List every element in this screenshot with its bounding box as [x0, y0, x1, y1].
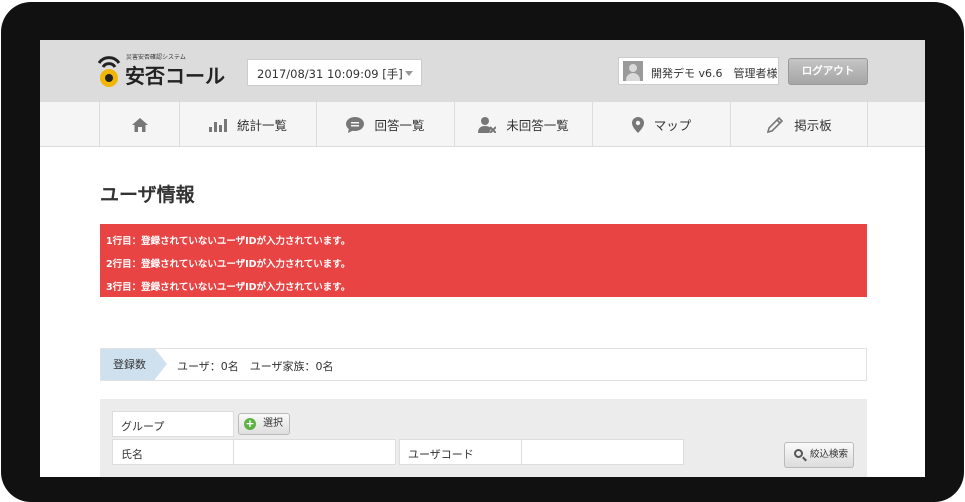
user-x-icon — [478, 116, 497, 133]
nav-label-map: マップ — [653, 118, 692, 133]
home-icon — [131, 117, 148, 132]
page-title: ユーザ情報 — [100, 184, 195, 206]
group-label: グループ — [112, 411, 234, 437]
name-label: 氏名 — [112, 439, 234, 465]
nav-item-answers[interactable]: 回答一覧 — [316, 102, 454, 147]
alert-message: 1行目：登録されていないユーザIDが入力されています。 — [106, 236, 351, 247]
nav-item-home[interactable] — [99, 102, 179, 147]
group-select-button[interactable]: + 選択 — [238, 413, 290, 435]
nav-item-map[interactable]: マップ — [592, 102, 730, 147]
filter-search-button[interactable]: 絞込検索 — [784, 442, 854, 468]
group-select-label: 選択 — [263, 418, 283, 429]
usercode-label: ユーザコード — [399, 439, 522, 465]
map-pin-icon — [631, 116, 644, 133]
nav-item-statistics[interactable]: 統計一覧 — [179, 102, 316, 147]
user-info: 開発デモ v6.6 管理者様 — [618, 57, 779, 85]
plus-icon: + — [244, 417, 256, 430]
registration-counts: ユーザ：0名 ユーザ家族：0名 — [177, 360, 334, 373]
speech-bubble-icon — [346, 116, 365, 133]
name-input[interactable] — [233, 439, 396, 465]
nav-label-statistics: 統計一覧 — [236, 118, 287, 133]
logo-title: 安否コール — [125, 64, 225, 88]
datetime-value: 2017/08/31 10:09:09 [手] — [257, 67, 403, 81]
registration-arrow — [155, 349, 167, 379]
nav-label-board: 掲示板 — [794, 118, 832, 133]
search-panel: グループ + 選択 氏名 ユーザコード 絞込検索 — [100, 399, 867, 477]
user-name: 開発デモ v6.6 管理者様 — [651, 67, 778, 80]
app-logo[interactable]: 災害安否確認システム 安否コール — [96, 50, 231, 94]
app-window: 災害安否確認システム 安否コール 2017/08/31 10:09:09 [手]… — [40, 40, 925, 477]
alert-message: 3行目：登録されていないユーザIDが入力されています。 — [106, 282, 351, 293]
top-header: 災害安否確認システム 安否コール 2017/08/31 10:09:09 [手]… — [40, 40, 925, 102]
search-icon — [794, 449, 803, 458]
datetime-select[interactable]: 2017/08/31 10:09:09 [手] — [247, 59, 422, 86]
usercode-input[interactable] — [521, 439, 684, 465]
main-nav: 統計一覧 回答一覧 未回答一覧 マップ 掲示板 — [40, 102, 925, 147]
chevron-down-icon — [405, 71, 413, 76]
filter-search-label: 絞込検索 — [810, 449, 849, 460]
user-avatar-icon — [623, 61, 643, 81]
nav-label-answers: 回答一覧 — [374, 118, 425, 133]
nav-label-unanswered: 未回答一覧 — [506, 118, 569, 133]
pencil-icon — [767, 116, 784, 133]
bar-chart-icon — [208, 118, 227, 132]
nav-item-unanswered[interactable]: 未回答一覧 — [454, 102, 592, 147]
logo-icon — [97, 56, 121, 87]
logout-button[interactable]: ログアウト — [788, 58, 868, 85]
nav-item-board[interactable]: 掲示板 — [730, 102, 868, 147]
error-alert: 1行目：登録されていないユーザIDが入力されています。 2行目：登録されていない… — [100, 224, 867, 297]
registration-label: 登録数 — [101, 349, 155, 380]
alert-message: 2行目：登録されていないユーザIDが入力されています。 — [106, 259, 351, 270]
registration-summary: 登録数 ユーザ：0名 ユーザ家族：0名 — [100, 348, 867, 381]
